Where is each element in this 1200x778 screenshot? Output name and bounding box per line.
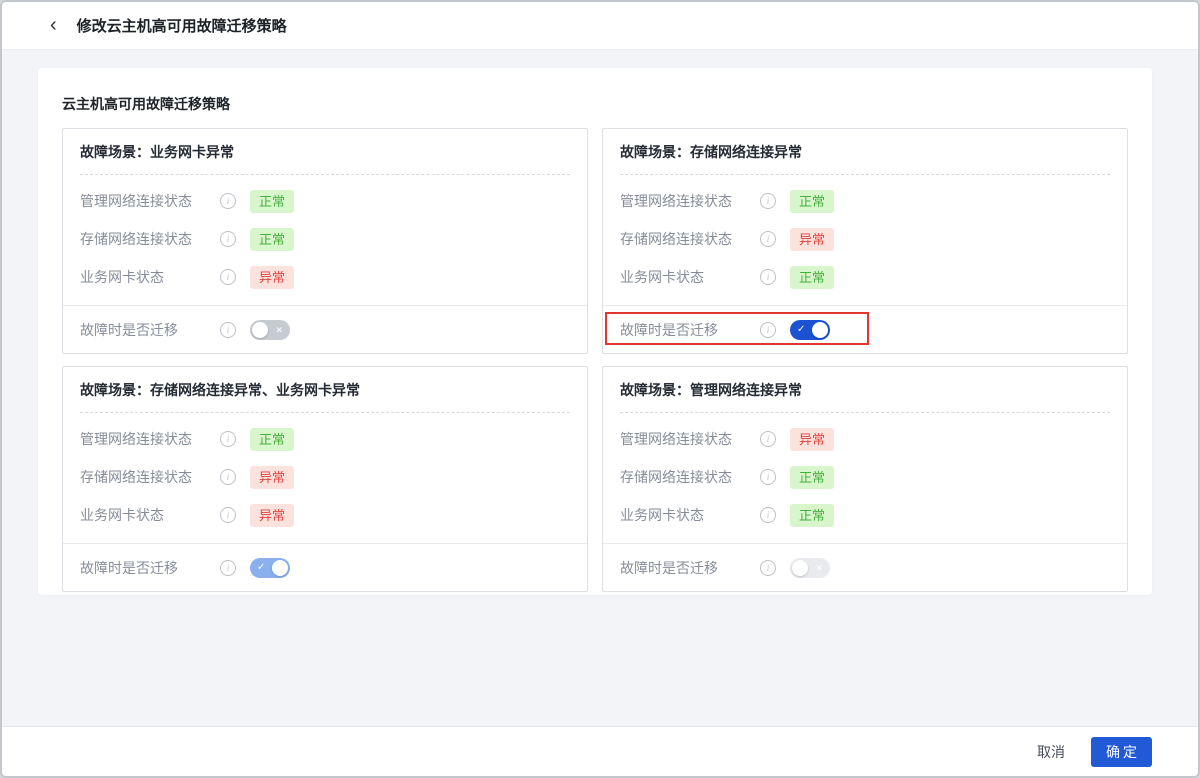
migrate-label: 故障时是否迁移 <box>620 558 760 578</box>
status-badge: 异常 <box>790 428 834 451</box>
scenario-grid: 故障场景：业务网卡异常 管理网络连接状态 i 正常 存储网络连接状态 i 正常 <box>62 128 1128 592</box>
info-icon[interactable]: i <box>220 431 236 447</box>
status-row: 业务网卡状态 i 正常 <box>603 496 1127 534</box>
status-badge: 正常 <box>790 504 834 527</box>
status-label: 业务网卡状态 <box>80 505 220 525</box>
info-icon[interactable]: i <box>220 469 236 485</box>
toggle-state-icon: ✓ <box>257 558 265 578</box>
status-badge: 正常 <box>790 466 834 489</box>
status-label: 存储网络连接状态 <box>80 229 220 249</box>
info-icon[interactable]: i <box>760 231 776 247</box>
status-row: 存储网络连接状态 i 正常 <box>603 458 1127 496</box>
status-row: 业务网卡状态 i 异常 <box>63 258 587 296</box>
migrate-row: 故障时是否迁移 i ✓ <box>63 544 587 591</box>
toggle-knob <box>252 322 268 338</box>
info-icon[interactable]: i <box>760 469 776 485</box>
migrate-label: 故障时是否迁移 <box>80 558 220 578</box>
status-label: 存储网络连接状态 <box>80 467 220 487</box>
info-icon[interactable]: i <box>220 269 236 285</box>
scenario-panel-storage-network: 故障场景：存储网络连接异常 管理网络连接状态 i 正常 存储网络连接状态 i 异… <box>602 128 1128 354</box>
info-icon[interactable]: i <box>220 560 236 576</box>
section-title: 云主机高可用故障迁移策略 <box>62 94 1128 114</box>
info-icon[interactable]: i <box>760 560 776 576</box>
toggle-state-icon: ✕ <box>275 320 283 340</box>
status-row: 管理网络连接状态 i 正常 <box>63 182 587 220</box>
status-label: 管理网络连接状态 <box>80 429 220 449</box>
confirm-button[interactable]: 确定 <box>1091 737 1152 767</box>
scenario-panel-management-network: 故障场景：管理网络连接异常 管理网络连接状态 i 异常 存储网络连接状态 i 正… <box>602 366 1128 592</box>
migrate-toggle[interactable]: ✓ <box>790 320 830 340</box>
status-row: 存储网络连接状态 i 正常 <box>63 220 587 258</box>
status-badge: 异常 <box>250 466 294 489</box>
info-icon[interactable]: i <box>220 322 236 338</box>
scenario-title: 故障场景：存储网络连接异常 <box>603 129 1127 174</box>
status-label: 管理网络连接状态 <box>620 429 760 449</box>
scenario-panel-business-nic: 故障场景：业务网卡异常 管理网络连接状态 i 正常 存储网络连接状态 i 正常 <box>62 128 588 354</box>
back-icon[interactable]: ‹ <box>50 15 57 35</box>
migrate-label: 故障时是否迁移 <box>80 320 220 340</box>
toggle-knob <box>812 322 828 338</box>
status-rows: 管理网络连接状态 i 正常 存储网络连接状态 i 正常 业务网卡状态 i <box>63 175 587 305</box>
migrate-label: 故障时是否迁移 <box>620 320 760 340</box>
info-icon[interactable]: i <box>760 431 776 447</box>
status-badge: 正常 <box>790 266 834 289</box>
status-row: 管理网络连接状态 i 正常 <box>63 420 587 458</box>
dialog-window: ‹ 修改云主机高可用故障迁移策略 云主机高可用故障迁移策略 故障场景：业务网卡异… <box>0 0 1200 778</box>
info-icon[interactable]: i <box>220 193 236 209</box>
status-row: 管理网络连接状态 i 异常 <box>603 420 1127 458</box>
status-label: 管理网络连接状态 <box>620 191 760 211</box>
status-badge: 异常 <box>250 504 294 527</box>
scenario-title: 故障场景：业务网卡异常 <box>63 129 587 174</box>
status-badge: 正常 <box>250 190 294 213</box>
status-label: 业务网卡状态 <box>620 267 760 287</box>
status-badge: 正常 <box>790 190 834 213</box>
info-icon[interactable]: i <box>760 322 776 338</box>
status-rows: 管理网络连接状态 i 异常 存储网络连接状态 i 正常 业务网卡状态 i <box>603 413 1127 543</box>
status-label: 存储网络连接状态 <box>620 467 760 487</box>
scenario-title: 故障场景：存储网络连接异常、业务网卡异常 <box>63 367 587 412</box>
status-rows: 管理网络连接状态 i 正常 存储网络连接状态 i 异常 业务网卡状态 i <box>63 413 587 543</box>
status-row: 业务网卡状态 i 异常 <box>63 496 587 534</box>
status-row: 业务网卡状态 i 正常 <box>603 258 1127 296</box>
info-icon[interactable]: i <box>220 507 236 523</box>
toggle-state-icon: ✕ <box>815 558 823 578</box>
status-row: 存储网络连接状态 i 异常 <box>603 220 1127 258</box>
toggle-knob <box>792 560 808 576</box>
migrate-toggle[interactable]: ✕ <box>790 558 830 578</box>
info-icon[interactable]: i <box>760 269 776 285</box>
footer-bar: 取消 确定 <box>2 726 1198 776</box>
migrate-row: 故障时是否迁移 i ✕ <box>63 306 587 353</box>
status-badge: 异常 <box>790 228 834 251</box>
status-row: 管理网络连接状态 i 正常 <box>603 182 1127 220</box>
cancel-button[interactable]: 取消 <box>1037 742 1065 762</box>
migrate-toggle[interactable]: ✓ <box>250 558 290 578</box>
scenario-title: 故障场景：管理网络连接异常 <box>603 367 1127 412</box>
info-icon[interactable]: i <box>220 231 236 247</box>
scenario-panel-storage-and-nic: 故障场景：存储网络连接异常、业务网卡异常 管理网络连接状态 i 正常 存储网络连… <box>62 366 588 592</box>
info-icon[interactable]: i <box>760 193 776 209</box>
page-title: 修改云主机高可用故障迁移策略 <box>77 15 287 36</box>
status-row: 存储网络连接状态 i 异常 <box>63 458 587 496</box>
page-header: ‹ 修改云主机高可用故障迁移策略 <box>2 2 1198 50</box>
info-icon[interactable]: i <box>760 507 776 523</box>
content-area: 云主机高可用故障迁移策略 故障场景：业务网卡异常 管理网络连接状态 i 正常 存… <box>2 50 1198 726</box>
status-badge: 正常 <box>250 428 294 451</box>
status-badge: 异常 <box>250 266 294 289</box>
status-rows: 管理网络连接状态 i 正常 存储网络连接状态 i 异常 业务网卡状态 i <box>603 175 1127 305</box>
policy-card: 云主机高可用故障迁移策略 故障场景：业务网卡异常 管理网络连接状态 i 正常 存… <box>38 68 1152 595</box>
toggle-state-icon: ✓ <box>797 320 805 340</box>
toggle-knob <box>272 560 288 576</box>
status-label: 管理网络连接状态 <box>80 191 220 211</box>
status-badge: 正常 <box>250 228 294 251</box>
status-label: 业务网卡状态 <box>80 267 220 287</box>
status-label: 存储网络连接状态 <box>620 229 760 249</box>
migrate-row: 故障时是否迁移 i ✓ <box>603 306 1127 353</box>
migrate-toggle[interactable]: ✕ <box>250 320 290 340</box>
status-label: 业务网卡状态 <box>620 505 760 525</box>
migrate-row: 故障时是否迁移 i ✕ <box>603 544 1127 591</box>
